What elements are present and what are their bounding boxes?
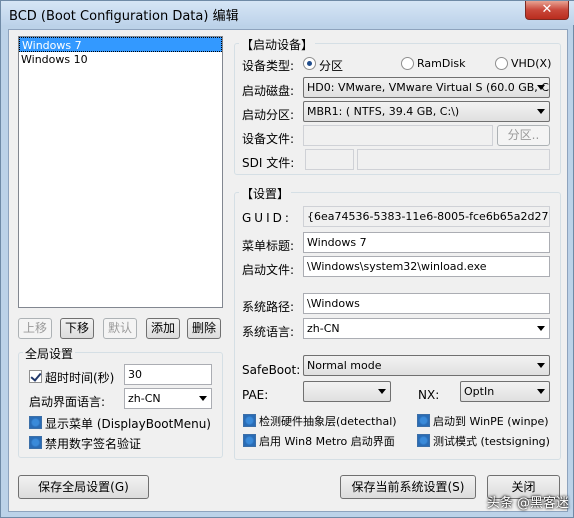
boot-file-input[interactable]: \Windows\system32\winload.exe (303, 256, 550, 277)
detecthal-checkbox[interactable] (243, 414, 256, 427)
guid-field: {6ea74536-5383-11e6-8005-fce6b65a2d27} (303, 206, 550, 227)
chevron-down-icon (199, 396, 207, 401)
save-global-settings-button[interactable]: 保存全局设置(G) (18, 475, 149, 499)
boot-file-label: 启动文件: (242, 263, 295, 277)
metro-boot-checkbox[interactable] (243, 434, 256, 447)
sdi-file-input[interactable] (357, 149, 550, 170)
disable-signature-label: 禁用数字签名验证 (45, 437, 142, 451)
device-type-ramdisk-radio[interactable] (401, 57, 414, 70)
boot-partition-select[interactable]: MBR1: ( NTFS, 39.4 GB, C:\) (303, 101, 550, 122)
chevron-down-icon (537, 109, 545, 114)
detecthal-label: 检测硬件抽象层(detecthal) (259, 415, 397, 428)
device-type-label: 设备类型: (242, 59, 295, 73)
global-settings-title: 全局设置 (23, 345, 76, 362)
system-language-select[interactable]: zh-CN (303, 318, 550, 339)
boot-disk-label: 启动磁盘: (242, 84, 295, 98)
chevron-down-icon (537, 326, 545, 331)
device-file-label: 设备文件: (242, 132, 295, 146)
safeboot-label: SafeBoot: (242, 363, 301, 377)
boot-disk-value: HD0: VMware, VMware Virtual S (60.0 GB, … (307, 81, 550, 94)
winpe-checkbox[interactable] (417, 414, 430, 427)
nx-select[interactable]: OptIn (460, 381, 550, 402)
safeboot-select[interactable]: Normal mode (303, 355, 550, 376)
save-current-settings-button[interactable]: 保存当前系统设置(S) (340, 475, 476, 499)
timeout-checkbox[interactable] (29, 370, 42, 383)
sdi-file-label: SDI 文件: (242, 156, 295, 170)
device-file-partition-button[interactable]: 分区.. (497, 125, 550, 146)
disable-signature-checkbox[interactable] (29, 436, 42, 449)
timeout-input[interactable]: 30 (124, 364, 212, 385)
boot-entry-list[interactable]: Windows 7 Windows 10 (18, 36, 223, 308)
device-type-partition-label: 分区 (319, 59, 344, 73)
testsigning-checkbox[interactable] (417, 434, 430, 447)
app-window: BCD (Boot Configuration Data) 编辑 ✕ Windo… (0, 0, 574, 518)
device-type-partition-radio[interactable] (303, 57, 316, 70)
boot-disk-select[interactable]: HD0: VMware, VMware Virtual S (60.0 GB, … (303, 77, 550, 98)
window-close-button[interactable]: ✕ (525, 1, 569, 20)
sdi-device-input[interactable] (305, 149, 354, 170)
device-type-ramdisk-label: RamDisk (417, 57, 466, 70)
move-down-button[interactable]: 下移 (60, 318, 94, 339)
system-path-input[interactable]: \Windows (303, 293, 550, 314)
boot-device-title: 【启动设备】 (239, 36, 316, 53)
safeboot-value: Normal mode (307, 359, 382, 372)
window-title: BCD (Boot Configuration Data) 编辑 (9, 9, 239, 24)
nx-label: NX: (418, 388, 440, 402)
pae-select[interactable] (303, 381, 391, 402)
boot-ui-language-value: zh-CN (128, 392, 161, 405)
boot-partition-label: 启动分区: (242, 108, 295, 122)
move-up-button[interactable]: 上移 (18, 318, 52, 339)
add-entry-button[interactable]: 添加 (146, 318, 180, 339)
boot-ui-language-select[interactable]: zh-CN (124, 388, 212, 409)
metro-boot-label: 启用 Win8 Metro 启动界面 (259, 435, 395, 448)
watermark: 头条 @黑客迷 (486, 496, 569, 511)
boot-partition-value: MBR1: ( NTFS, 39.4 GB, C:\) (307, 105, 460, 118)
system-language-label: 系统语言: (242, 325, 295, 339)
set-default-button[interactable]: 默认 (103, 318, 137, 339)
timeout-label: 超时时间(秒) (45, 371, 115, 385)
system-language-value: zh-CN (307, 322, 340, 335)
menu-title-input[interactable]: Windows 7 (303, 232, 550, 253)
system-path-label: 系统路径: (242, 300, 295, 314)
settings-title: 【设置】 (239, 185, 292, 202)
show-menu-checkbox[interactable] (29, 416, 42, 429)
device-type-vhd-radio[interactable] (495, 57, 508, 70)
chevron-down-icon (537, 363, 545, 368)
boot-ui-language-label: 启动界面语言: (29, 395, 106, 409)
pae-label: PAE: (242, 388, 269, 402)
testsigning-label: 测试模式 (testsigning) (433, 435, 550, 448)
title-bar: BCD (Boot Configuration Data) 编辑 ✕ (1, 1, 574, 25)
winpe-label: 启动到 WinPE (winpe) (433, 415, 549, 428)
menu-title-label: 菜单标题: (242, 239, 295, 253)
chevron-down-icon (378, 389, 386, 394)
guid-label: GUID: (242, 211, 292, 225)
nx-value: OptIn (464, 385, 495, 398)
boot-entry-item[interactable]: Windows 10 (19, 52, 222, 67)
device-file-input[interactable] (303, 125, 493, 146)
chevron-down-icon (537, 389, 545, 394)
show-menu-label: 显示菜单 (DisplayBootMenu) (45, 417, 211, 431)
chevron-down-icon (537, 85, 545, 90)
device-type-vhd-label: VHD(X) (511, 57, 552, 70)
dialog-client: Windows 7 Windows 10 上移 下移 默认 添加 删除 全局设置… (8, 29, 568, 512)
boot-entry-item[interactable]: Windows 7 (19, 37, 222, 52)
delete-entry-button[interactable]: 删除 (187, 318, 221, 339)
